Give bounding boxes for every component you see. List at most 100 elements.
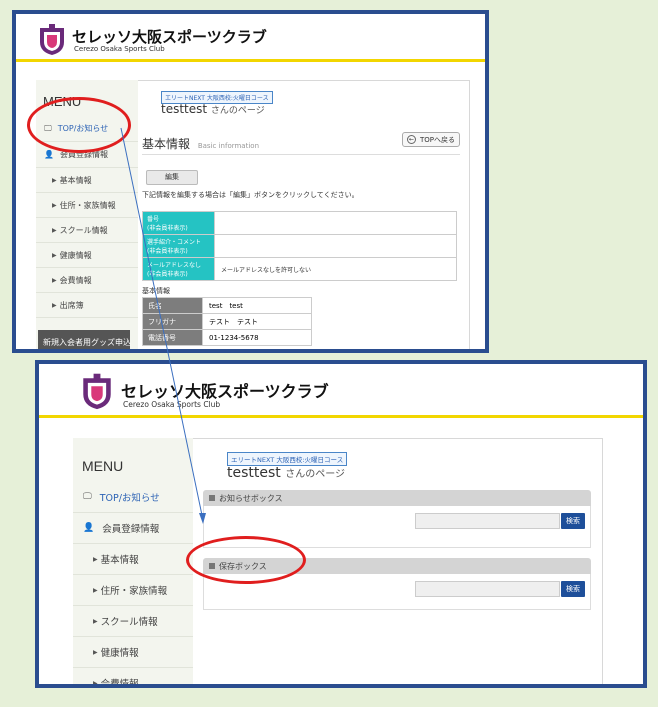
monitor-icon: 🖵 xyxy=(44,123,52,133)
site-header: セレッソ大阪スポーツクラブ Cerezo Osaka Sports Club xyxy=(16,14,485,62)
table-cell-value xyxy=(214,211,457,235)
divider xyxy=(142,154,460,155)
triangle-right-icon: ▶ xyxy=(52,226,57,234)
menu-title: MENU xyxy=(82,458,124,474)
menu-title: MENU xyxy=(43,94,82,109)
back-to-top-label: TOPへ戻る xyxy=(420,135,456,144)
section-title-basic-info: 基本情報 Basic information xyxy=(142,135,259,152)
table-cell-value: test test xyxy=(202,297,312,314)
table-row: メールアドレスなし (非会員非表示) メールアドレスなしを許可しない xyxy=(142,257,457,281)
table-cell-value xyxy=(214,234,457,258)
sidebar-item-label: 会費情報 xyxy=(100,679,139,688)
table-row: 電話番号 01-1234-5678 xyxy=(142,329,312,346)
sidebar-item-label: 住所・家族情報 xyxy=(100,586,168,597)
table-cell-value: テスト テスト xyxy=(202,313,312,330)
user-page-title: testtest さんのページ xyxy=(227,465,345,481)
sidebar-item-attendance[interactable]: ▶ 出席簿 xyxy=(36,293,138,318)
sidebar-item-member-info[interactable]: 👤 会員登録情報 xyxy=(36,142,138,168)
brand-name-jp: セレッソ大阪スポーツクラブ xyxy=(72,28,267,46)
sidebar-item-label: TOP/お知らせ xyxy=(99,493,160,504)
screenshot-top-page: セレッソ大阪スポーツクラブ Cerezo Osaka Sports Club M… xyxy=(35,360,647,688)
person-icon: 👤 xyxy=(44,150,54,159)
section-title-jp: 基本情報 xyxy=(142,137,191,151)
crest-icon xyxy=(40,24,64,55)
detail-info-table: 氏名 test test フリガナ テスト テスト 電話番号 01-1234-5… xyxy=(142,297,312,346)
table-cell-value: メールアドレスなしを許可しない xyxy=(214,257,457,281)
screenshot-basic-info: セレッソ大阪スポーツクラブ Cerezo Osaka Sports Club M… xyxy=(12,10,489,353)
table-cell-label: メールアドレスなし (非会員非表示) xyxy=(142,257,215,281)
sidebar-item-label: スクール情報 xyxy=(59,225,108,235)
sidebar-item-health-info[interactable]: ▶ 健康情報 xyxy=(73,637,193,668)
table-row: 選手紹介・コメント (非会員非表示) xyxy=(142,234,457,258)
user-name: testtest xyxy=(227,465,281,481)
course-tag: エリートNEXT 大阪西校:火曜日コース xyxy=(227,452,348,466)
table-cell-value: 01-1234-5678 xyxy=(202,329,312,346)
sidebar-item-basic-info[interactable]: ▶ 基本情報 xyxy=(36,168,138,193)
triangle-right-icon: ▶ xyxy=(93,617,98,625)
save-search-input[interactable] xyxy=(415,581,560,597)
triangle-right-icon: ▶ xyxy=(93,648,98,656)
table-cell-label: 選手紹介・コメント (非会員非表示) xyxy=(142,234,215,258)
user-name: testtest xyxy=(161,102,208,116)
table-row: 氏名 test test xyxy=(142,297,312,314)
notice-search-input[interactable] xyxy=(415,513,560,529)
sidebar-item-label: 住所・家族情報 xyxy=(59,200,116,210)
user-page-suffix: さんのページ xyxy=(285,469,346,480)
notice-search-button[interactable]: 検索 xyxy=(561,513,585,529)
sidebar-item-label: 基本情報 xyxy=(100,555,139,566)
sidebar: MENU 🖵 TOP/お知らせ 👤 会員登録情報 ▶ 基本情報 ▶ 住所・家族情… xyxy=(36,80,138,349)
back-to-top-button[interactable]: ← TOPへ戻る xyxy=(402,132,460,147)
sidebar-item-health-info[interactable]: ▶ 健康情報 xyxy=(36,243,138,268)
user-page-title: testtest さんのページ xyxy=(161,102,265,116)
triangle-right-icon: ▶ xyxy=(93,555,98,563)
sidebar-item-label: 会員登録情報 xyxy=(59,150,108,159)
sidebar: MENU 🖵 TOP/お知らせ 👤 会員登録情報 ▶ 基本情報 ▶ 住所・家族情… xyxy=(73,438,193,688)
sidebar-item-label: スクール情報 xyxy=(100,617,158,628)
triangle-right-icon: ▶ xyxy=(52,276,57,284)
triangle-right-icon: ▶ xyxy=(52,201,57,209)
table-row: 番号 (非会員非表示) xyxy=(142,211,457,235)
save-box-header: 保存ボックス xyxy=(203,558,591,574)
notice-box-body: 検索 xyxy=(203,506,591,548)
sidebar-item-fee-info[interactable]: ▶ 会費情報 xyxy=(36,268,138,293)
sidebar-item-label: 基本情報 xyxy=(59,175,92,185)
table-cell-label: 番号 (非会員非表示) xyxy=(142,211,215,235)
sidebar-item-label: 会費情報 xyxy=(59,275,92,285)
crest-icon xyxy=(83,373,111,410)
table-cell-label: フリガナ xyxy=(142,313,203,330)
sidebar-item-fee-info[interactable]: ▶ 会費情報 xyxy=(73,668,193,688)
sidebar-item-school-info[interactable]: ▶ スクール情報 xyxy=(73,606,193,637)
sidebar-item-school-info[interactable]: ▶ スクール情報 xyxy=(36,218,138,243)
new-member-goods-button[interactable]: 新規入会者用グッズ申込 xyxy=(38,330,131,349)
sidebar-item-address-family[interactable]: ▶ 住所・家族情報 xyxy=(36,193,138,218)
triangle-right-icon: ▶ xyxy=(93,586,98,594)
monitor-icon: 🖵 xyxy=(83,492,92,502)
table-cell-label: 氏名 xyxy=(142,297,203,314)
sidebar-item-member-info[interactable]: 👤 会員登録情報 xyxy=(73,513,193,544)
notice-box-title: お知らせボックス xyxy=(219,493,283,503)
site-header: セレッソ大阪スポーツクラブ Cerezo Osaka Sports Club xyxy=(39,364,643,418)
sidebar-item-label: TOP/お知らせ xyxy=(57,124,109,133)
section-label-basic-info: 基本情報 xyxy=(142,287,170,295)
save-box-body: 検索 xyxy=(203,574,591,610)
sidebar-item-label: 出席簿 xyxy=(59,300,84,310)
brand-name-en: Cerezo Osaka Sports Club xyxy=(74,45,165,53)
sidebar-item-label: 健康情報 xyxy=(59,250,92,260)
triangle-right-icon: ▶ xyxy=(52,176,57,184)
sidebar-item-basic-info[interactable]: ▶ 基本情報 xyxy=(73,544,193,575)
sidebar-item-address-family[interactable]: ▶ 住所・家族情報 xyxy=(73,575,193,606)
edit-button[interactable]: 編集 xyxy=(146,170,198,185)
notice-box-header: お知らせボックス xyxy=(203,490,591,506)
arrow-left-icon: ← xyxy=(407,135,416,144)
save-box-title: 保存ボックス xyxy=(219,561,267,571)
section-title-en: Basic information xyxy=(197,142,260,150)
brand-name-en: Cerezo Osaka Sports Club xyxy=(123,400,221,409)
sidebar-item-top[interactable]: 🖵 TOP/お知らせ xyxy=(73,482,193,513)
square-bullet-icon xyxy=(209,495,215,501)
sidebar-item-top[interactable]: 🖵 TOP/お知らせ xyxy=(36,116,138,142)
top-info-table: 番号 (非会員非表示) 選手紹介・コメント (非会員非表示) メールアドレスなし… xyxy=(142,211,457,281)
save-search-button[interactable]: 検索 xyxy=(561,581,585,597)
sidebar-item-label: 健康情報 xyxy=(100,648,139,659)
table-row: フリガナ テスト テスト xyxy=(142,313,312,330)
sidebar-item-label: 会員登録情報 xyxy=(102,524,160,535)
